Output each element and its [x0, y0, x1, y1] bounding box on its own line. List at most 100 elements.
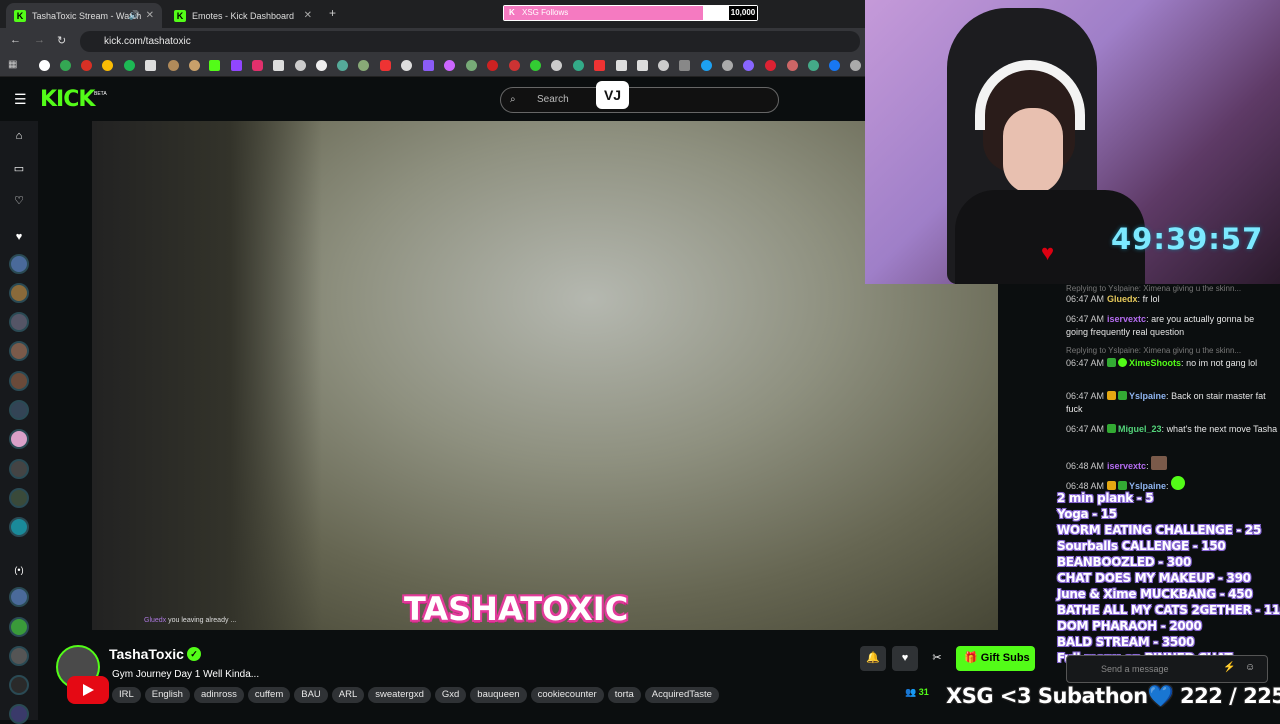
menu-icon[interactable]: ☰	[14, 91, 27, 108]
maps-bookmark-icon[interactable]	[60, 60, 71, 71]
tag[interactable]: BAU	[294, 687, 328, 703]
chat-message-input[interactable]: Send a message	[1066, 655, 1268, 683]
recommended-channel-avatar[interactable]	[9, 704, 29, 724]
channel-name[interactable]: TashaToxic	[109, 646, 184, 662]
followed-channel-avatar[interactable]	[9, 341, 29, 361]
tag[interactable]: cookiecounter	[530, 687, 604, 703]
chat-username[interactable]: Yslpaine	[1129, 391, 1166, 401]
notification-bell-button[interactable]: 🔔	[860, 646, 886, 671]
x-bookmark-icon[interactable]	[145, 60, 156, 71]
browse-icon[interactable]: ▭	[11, 162, 27, 178]
bookmark-icon[interactable]	[743, 60, 754, 71]
tag[interactable]: IRL	[112, 687, 141, 703]
bookmark-icon[interactable]	[679, 60, 690, 71]
emote-picker-icon[interactable]: ☺	[1245, 662, 1255, 673]
bookmark-icon[interactable]	[466, 60, 477, 71]
kick-logo[interactable]: KICK	[40, 87, 95, 112]
chat-username[interactable]: iservextc	[1107, 461, 1146, 471]
clip-button[interactable]: ✂	[924, 646, 950, 671]
home-icon[interactable]: ⌂	[11, 130, 27, 146]
bookmark-icon[interactable]	[573, 60, 584, 71]
bookmark-icon[interactable]	[530, 60, 541, 71]
close-tab-icon[interactable]: ✕	[146, 10, 154, 21]
gift-subs-button[interactable]: 🎁 Gift Subs	[956, 646, 1035, 671]
bookmark-icon[interactable]	[487, 60, 498, 71]
chat-username[interactable]: Miguel_23	[1118, 424, 1162, 434]
commands-icon[interactable]: ⚡	[1223, 662, 1235, 673]
bookmark-icon[interactable]	[808, 60, 819, 71]
reload-icon[interactable]: ↻	[57, 34, 66, 47]
kick-bookmark-icon[interactable]	[209, 60, 220, 71]
tag[interactable]: torta	[607, 687, 641, 703]
bookmark-icon[interactable]	[787, 60, 798, 71]
speaker-icon[interactable]: 🔊	[129, 10, 140, 21]
tag[interactable]: bauqueen	[470, 687, 527, 703]
vj-extension-badge[interactable]: VJ	[596, 81, 629, 109]
bookmark-icon[interactable]	[401, 60, 412, 71]
bookmark-icon[interactable]	[316, 60, 327, 71]
url-field[interactable]: kick.com/tashatoxic	[80, 31, 860, 52]
tab-tashatoxic[interactable]: K TashaToxic Stream - Watch 🔊 ✕	[6, 3, 162, 28]
instagram-bookmark-icon[interactable]	[252, 60, 263, 71]
google-bookmark-icon[interactable]	[39, 60, 50, 71]
back-icon[interactable]: ←	[10, 34, 21, 46]
follow-goal-target: 10,000	[729, 6, 757, 20]
followed-channel-avatar[interactable]	[9, 517, 29, 537]
bookmark-icon[interactable]	[616, 60, 627, 71]
bookmark-icon[interactable]	[594, 60, 605, 71]
followed-channel-avatar[interactable]	[9, 459, 29, 479]
apps-grid-icon[interactable]: ▦	[8, 59, 17, 70]
recommended-channel-avatar[interactable]	[9, 587, 29, 607]
followed-channel-avatar[interactable]	[9, 312, 29, 332]
drive-bookmark-icon[interactable]	[102, 60, 113, 71]
close-tab-icon[interactable]: ✕	[304, 10, 312, 21]
bookmark-icon[interactable]	[765, 60, 776, 71]
bookmark-icon[interactable]	[658, 60, 669, 71]
tab-emotes[interactable]: K Emotes - Kick Dashboard ✕	[166, 3, 320, 28]
bookmark-icon[interactable]	[168, 60, 179, 71]
tag[interactable]: Gxd	[434, 687, 467, 703]
search-input[interactable]: Search	[500, 87, 779, 113]
bookmark-icon[interactable]	[850, 60, 861, 71]
bookmark-icon[interactable]	[337, 60, 348, 71]
recommended-channel-avatar[interactable]	[9, 617, 29, 637]
followed-channel-avatar[interactable]	[9, 371, 29, 391]
gmail-bookmark-icon[interactable]	[81, 60, 92, 71]
bookmark-icon[interactable]	[189, 60, 200, 71]
tag[interactable]: AcquiredTaste	[644, 687, 719, 703]
bookmark-icon[interactable]	[358, 60, 369, 71]
followed-channel-avatar[interactable]	[9, 488, 29, 508]
spotify-bookmark-icon[interactable]	[124, 60, 135, 71]
recommended-channel-avatar[interactable]	[9, 646, 29, 666]
follow-heart-button[interactable]: ♥	[892, 646, 918, 671]
bookmark-icon[interactable]	[551, 60, 562, 71]
followed-channel-avatar[interactable]	[9, 283, 29, 303]
tag[interactable]: ARL	[331, 687, 365, 703]
chat-username[interactable]: XimeShoots	[1129, 358, 1181, 368]
tag[interactable]: English	[144, 687, 190, 703]
facebook-bookmark-icon[interactable]	[829, 60, 840, 71]
followed-channel-avatar[interactable]	[9, 400, 29, 420]
bookmark-icon[interactable]	[722, 60, 733, 71]
chat-username[interactable]: Gluedx	[1107, 294, 1138, 304]
twitch-bookmark-icon[interactable]	[231, 60, 242, 71]
bookmark-icon[interactable]	[423, 60, 434, 71]
x-bookmark-icon[interactable]	[273, 60, 284, 71]
bookmark-icon[interactable]	[509, 60, 520, 71]
bookmark-icon[interactable]	[701, 60, 712, 71]
forward-icon[interactable]: →	[34, 34, 45, 46]
new-tab-button[interactable]: +	[329, 6, 336, 20]
tag[interactable]: adinross	[193, 687, 244, 703]
tag[interactable]: sweatergxd	[368, 687, 431, 703]
following-icon[interactable]: ♡	[11, 194, 27, 210]
chat-username[interactable]: iservextc	[1107, 314, 1146, 324]
viewer-count: 👥 31	[905, 687, 929, 698]
followed-channel-avatar[interactable]	[9, 429, 29, 449]
tiktok-bookmark-icon[interactable]	[295, 60, 306, 71]
bookmark-icon[interactable]	[637, 60, 648, 71]
recommended-channel-avatar[interactable]	[9, 675, 29, 695]
followed-channel-avatar[interactable]	[9, 254, 29, 274]
bookmark-icon[interactable]	[444, 60, 455, 71]
youtube-bookmark-icon[interactable]	[380, 60, 391, 71]
tag[interactable]: cuffem	[247, 687, 291, 703]
